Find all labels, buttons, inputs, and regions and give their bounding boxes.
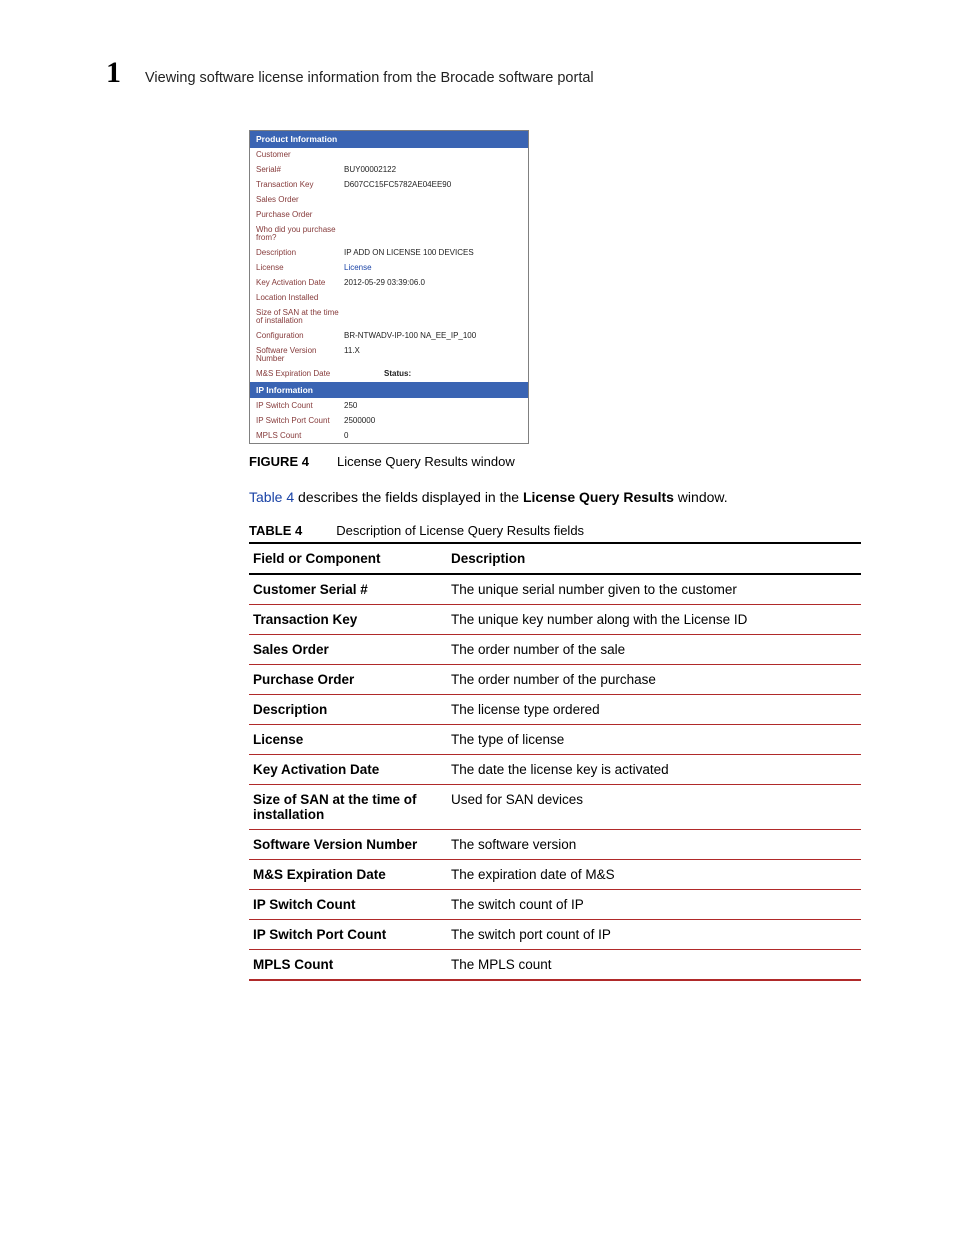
field-cell: IP Switch Port Count <box>249 920 447 950</box>
table-row: Size of SAN at the time of installationU… <box>249 785 861 830</box>
table-row: Software Version NumberThe software vers… <box>249 830 861 860</box>
pi-value: IP ADD ON LICENSE 100 DEVICES <box>344 249 522 257</box>
field-cell: Purchase Order <box>249 665 447 695</box>
pi-label: Location Installed <box>256 294 344 302</box>
pi-value: BUY00002122 <box>344 166 522 174</box>
pi-label: IP Switch Count <box>256 402 344 410</box>
field-cell: Software Version Number <box>249 830 447 860</box>
table-row: IP Switch CountThe switch count of IP <box>249 890 861 920</box>
pi-label: MPLS Count <box>256 432 344 440</box>
pi-value <box>344 211 522 219</box>
desc-cell: The software version <box>447 830 861 860</box>
intro-paragraph: Table 4 describes the fields displayed i… <box>249 489 864 505</box>
field-cell: License <box>249 725 447 755</box>
table-row: LicenseThe type of license <box>249 725 861 755</box>
field-cell: Description <box>249 695 447 725</box>
pi-label: Software Version Number <box>256 347 344 363</box>
pi-value: BR-NTWADV-IP-100 NA_EE_IP_100 <box>344 332 522 340</box>
desc-cell: The switch port count of IP <box>447 920 861 950</box>
desc-cell: The order number of the purchase <box>447 665 861 695</box>
desc-cell: The switch count of IP <box>447 890 861 920</box>
table-row: Purchase OrderThe order number of the pu… <box>249 665 861 695</box>
table-caption: TABLE 4 Description of License Query Resu… <box>249 523 861 538</box>
col-field: Field or Component <box>249 543 447 574</box>
field-cell: Transaction Key <box>249 605 447 635</box>
desc-cell: The unique serial number given to the cu… <box>447 574 861 605</box>
product-info-header: Product Information <box>250 131 528 148</box>
desc-cell: The order number of the sale <box>447 635 861 665</box>
status-label: Status: <box>384 370 411 378</box>
intro-end: window. <box>674 489 728 505</box>
figure-label: FIGURE 4 <box>249 454 309 469</box>
desc-cell: The MPLS count <box>447 950 861 981</box>
pi-value <box>344 294 522 302</box>
field-cell: Key Activation Date <box>249 755 447 785</box>
chapter-number: 1 <box>106 58 121 88</box>
desc-cell: The expiration date of M&S <box>447 860 861 890</box>
pi-label: Purchase Order <box>256 211 344 219</box>
table-label: TABLE 4 <box>249 523 302 538</box>
table-row: Transaction KeyThe unique key number alo… <box>249 605 861 635</box>
pi-value: 250 <box>344 402 522 410</box>
pi-label: Configuration <box>256 332 344 340</box>
pi-value: 0 <box>344 432 522 440</box>
desc-cell: The unique key number along with the Lic… <box>447 605 861 635</box>
table-row: Key Activation DateThe date the license … <box>249 755 861 785</box>
pi-label: IP Switch Port Count <box>256 417 344 425</box>
table-4: TABLE 4 Description of License Query Resu… <box>249 523 861 981</box>
license-query-window: Product Information Customer Serial#BUY0… <box>249 130 529 444</box>
desc-cell: The type of license <box>447 725 861 755</box>
pi-label: Serial# <box>256 166 344 174</box>
desc-cell: The license type ordered <box>447 695 861 725</box>
pi-value <box>344 226 522 242</box>
pi-label: Size of SAN at the time of installation <box>256 309 344 325</box>
intro-bold: License Query Results <box>523 489 674 505</box>
pi-value: 2500000 <box>344 417 522 425</box>
description-table: Field or Component Description Customer … <box>249 542 861 981</box>
pi-value: 2012-05-29 03:39:06.0 <box>344 279 522 287</box>
pi-label: Who did you purchase from? <box>256 226 344 242</box>
field-cell: Size of SAN at the time of installation <box>249 785 447 830</box>
field-cell: Customer Serial # <box>249 574 447 605</box>
table-row: Sales OrderThe order number of the sale <box>249 635 861 665</box>
table-row: Customer Serial #The unique serial numbe… <box>249 574 861 605</box>
pi-label: M&S Expiration Date <box>256 370 384 378</box>
desc-cell: Used for SAN devices <box>447 785 861 830</box>
pi-value: D607CC15FC5782AE04EE90 <box>344 181 522 189</box>
intro-text: describes the fields displayed in the <box>294 489 523 505</box>
table-row: M&S Expiration DateThe expiration date o… <box>249 860 861 890</box>
pi-label: Sales Order <box>256 196 344 204</box>
table-row: DescriptionThe license type ordered <box>249 695 861 725</box>
desc-cell: The date the license key is activated <box>447 755 861 785</box>
table-4-link[interactable]: Table 4 <box>249 489 294 505</box>
figure-4: Product Information Customer Serial#BUY0… <box>249 130 529 469</box>
ip-info-header: IP Information <box>250 382 528 399</box>
table-row: IP Switch Port CountThe switch port coun… <box>249 920 861 950</box>
table-caption-text: Description of License Query Results fie… <box>336 523 584 538</box>
pi-label: License <box>256 264 344 272</box>
pi-label: Description <box>256 249 344 257</box>
field-cell: IP Switch Count <box>249 890 447 920</box>
chapter-title: Viewing software license information fro… <box>145 70 594 86</box>
table-row: MPLS CountThe MPLS count <box>249 950 861 981</box>
pi-label: Key Activation Date <box>256 279 344 287</box>
pi-value <box>344 196 522 204</box>
license-link[interactable]: License <box>344 264 522 272</box>
col-description: Description <box>447 543 861 574</box>
pi-label: Customer <box>256 151 344 159</box>
figure-caption: FIGURE 4 License Query Results window <box>249 454 529 469</box>
pi-value: 11.X <box>344 347 522 363</box>
page-header: 1 Viewing software license information f… <box>106 58 864 88</box>
field-cell: M&S Expiration Date <box>249 860 447 890</box>
pi-label: Transaction Key <box>256 181 344 189</box>
field-cell: Sales Order <box>249 635 447 665</box>
figure-caption-text: License Query Results window <box>337 454 515 469</box>
field-cell: MPLS Count <box>249 950 447 981</box>
pi-value <box>344 309 522 325</box>
pi-value <box>344 151 522 159</box>
